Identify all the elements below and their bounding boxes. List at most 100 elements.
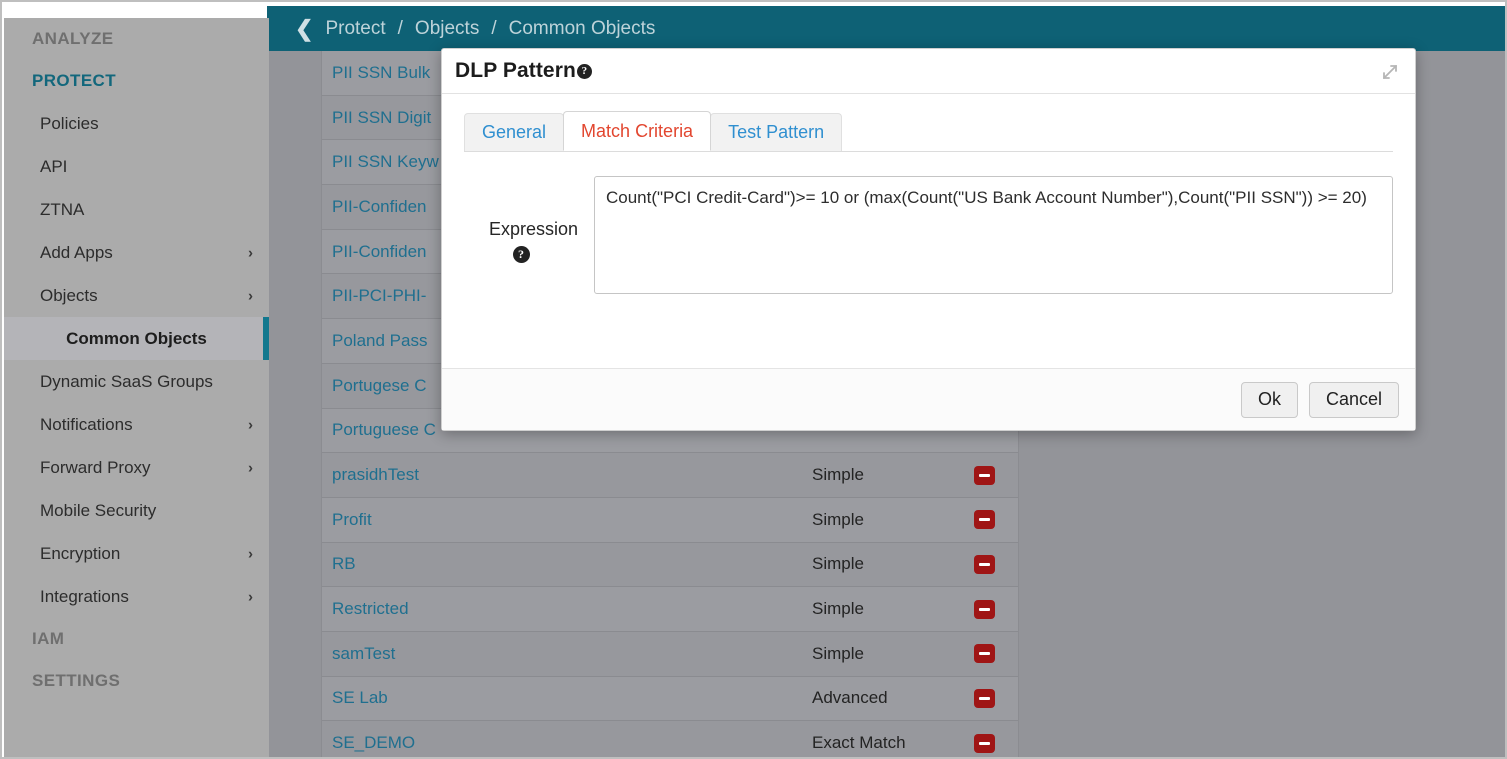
expression-help-icon[interactable]: ? <box>512 245 530 263</box>
row-name-link[interactable]: samTest <box>332 644 812 664</box>
sidebar-section-label: PROTECT <box>32 71 117 90</box>
tab-general[interactable]: General <box>464 113 565 151</box>
sidebar-item-dynamic-saas-groups[interactable]: Dynamic SaaS Groups <box>4 360 269 403</box>
breadcrumb-item-objects[interactable]: Objects <box>415 18 479 40</box>
chevron-left-icon[interactable]: ❮ <box>295 17 313 40</box>
sidebar-item-label: Encryption <box>40 543 121 563</box>
table-row[interactable]: samTest Simple <box>322 631 1018 677</box>
sidebar-item-label: Common Objects <box>66 328 207 348</box>
sidebar-item-label: Integrations <box>40 586 129 606</box>
chevron-right-icon: › <box>248 244 253 261</box>
sidebar-section-label: ANALYZE <box>32 29 114 48</box>
row-name-link[interactable]: prasidhTest <box>332 465 812 485</box>
sidebar-item-notifications[interactable]: Notifications › <box>4 403 269 446</box>
delete-minus-icon[interactable] <box>973 733 995 753</box>
table-row[interactable]: prasidhTest Simple <box>322 453 1018 498</box>
table-row[interactable]: SE Lab Advanced <box>322 676 1018 722</box>
sidebar-item-label: Mobile Security <box>40 500 157 520</box>
dialog-footer: Ok Cancel <box>442 368 1415 430</box>
tab-test-pattern[interactable]: Test Pattern <box>710 113 843 151</box>
sidebar-item-objects[interactable]: Objects › <box>4 274 269 317</box>
sidebar-item-label: Forward Proxy <box>40 457 151 477</box>
sidebar-section-iam[interactable]: IAM <box>4 618 269 660</box>
sidebar-item-policies[interactable]: Policies <box>4 102 269 145</box>
sidebar-item-label: ZTNA <box>40 199 85 219</box>
row-name-link[interactable]: SE Lab <box>332 688 812 708</box>
sidebar-item-common-objects[interactable]: Common Objects <box>4 317 269 360</box>
sidebar-item-label: Notifications <box>40 414 133 434</box>
minus-bar <box>978 652 990 656</box>
row-name-link[interactable]: SE_DEMO <box>332 733 812 753</box>
minus-bar <box>978 741 990 745</box>
chevron-right-icon: › <box>248 416 253 433</box>
breadcrumb-separator: / <box>397 17 403 39</box>
expand-diagonal-icon[interactable] <box>1379 61 1401 83</box>
sidebar-item-encryption[interactable]: Encryption › <box>4 532 269 575</box>
dialog-header: DLP Pattern? <box>442 49 1415 94</box>
chevron-right-icon: › <box>248 588 253 605</box>
row-actions <box>964 599 1004 619</box>
dialog-body: General Match Criteria Test Pattern Expres… <box>442 94 1415 294</box>
app-root: ❮ Protect / Objects / Common Objects ANA… <box>0 0 1507 759</box>
table-row[interactable]: SE_DEMO Exact Match <box>322 721 1018 757</box>
sidebar-item-label: Add Apps <box>40 242 113 262</box>
minus-bar <box>978 518 990 522</box>
table-row[interactable]: Profit Simple <box>322 497 1018 543</box>
tab-label: Match Criteria <box>581 120 694 141</box>
sidebar-item-api[interactable]: API <box>4 145 269 188</box>
minus-bar <box>978 696 990 700</box>
breadcrumb-item-protect[interactable]: Protect <box>325 18 385 40</box>
dialog-title-text: DLP Pattern <box>455 59 576 82</box>
help-icon[interactable]: ? <box>576 63 592 79</box>
row-type-value: Simple <box>812 509 864 529</box>
sidebar-item-label: Dynamic SaaS Groups <box>40 371 213 391</box>
sidebar-item-label: Policies <box>40 113 99 133</box>
row-actions <box>964 733 1004 753</box>
sidebar-item-label: Objects <box>40 285 98 305</box>
sidebar-item-add-apps[interactable]: Add Apps › <box>4 231 269 274</box>
expression-label-text: Expression <box>488 219 578 239</box>
sidebar-item-forward-proxy[interactable]: Forward Proxy › <box>4 446 269 489</box>
sidebar-item-mobile-security[interactable]: Mobile Security <box>4 489 269 532</box>
tab-match-criteria[interactable]: Match Criteria <box>563 111 712 151</box>
row-type-value: Exact Match <box>812 733 906 753</box>
delete-minus-icon[interactable] <box>973 688 995 708</box>
ok-button[interactable]: Ok <box>1240 381 1298 418</box>
row-type-value: Advanced <box>812 688 888 708</box>
sidebar-section-settings[interactable]: SETTINGS <box>4 660 269 702</box>
delete-minus-icon[interactable] <box>973 644 995 664</box>
row-name-link[interactable]: RB <box>332 554 812 574</box>
delete-minus-icon[interactable] <box>973 554 995 574</box>
delete-minus-icon[interactable] <box>973 465 995 485</box>
breadcrumb: ❮ Protect / Objects / Common Objects <box>295 6 655 51</box>
chevron-right-icon: › <box>248 545 253 562</box>
minus-bar <box>978 562 990 566</box>
row-type-value: Simple <box>812 554 864 574</box>
table-row[interactable]: RB Simple <box>322 542 1018 588</box>
row-type-value: Simple <box>812 643 864 663</box>
cancel-button[interactable]: Cancel <box>1308 381 1399 418</box>
dialog-tabs: General Match Criteria Test Pattern <box>464 111 1393 152</box>
table-row[interactable]: Restricted Simple <box>322 587 1018 632</box>
top-bar: ❮ Protect / Objects / Common Objects <box>267 6 1505 51</box>
tab-label: Test Pattern <box>728 122 825 142</box>
delete-minus-icon[interactable] <box>973 599 995 619</box>
delete-minus-icon[interactable] <box>973 510 995 530</box>
sidebar-section-analyze[interactable]: ANALYZE <box>4 18 269 60</box>
expression-input[interactable] <box>594 176 1393 294</box>
row-actions <box>964 688 1004 708</box>
minus-bar <box>978 607 990 611</box>
dlp-pattern-dialog: DLP Pattern? General Match Criteria Test P… <box>441 48 1416 431</box>
chevron-right-icon: › <box>248 287 253 304</box>
sidebar-item-integrations[interactable]: Integrations › <box>4 575 269 618</box>
sidebar-section-protect[interactable]: PROTECT <box>4 60 269 102</box>
row-type-value: Simple <box>812 599 864 619</box>
row-name-link[interactable]: Profit <box>332 510 812 530</box>
expression-form-row: Expression ? <box>464 152 1393 294</box>
sidebar: ANALYZE PROTECT Policies API ZTNA Add Apps › Ob… <box>4 18 269 757</box>
breadcrumb-item-common-objects[interactable]: Common Objects <box>509 18 656 40</box>
sidebar-item-label: API <box>40 156 68 176</box>
minus-bar <box>978 473 990 477</box>
row-name-link[interactable]: Restricted <box>332 599 812 619</box>
sidebar-item-ztna[interactable]: ZTNA <box>4 188 269 231</box>
